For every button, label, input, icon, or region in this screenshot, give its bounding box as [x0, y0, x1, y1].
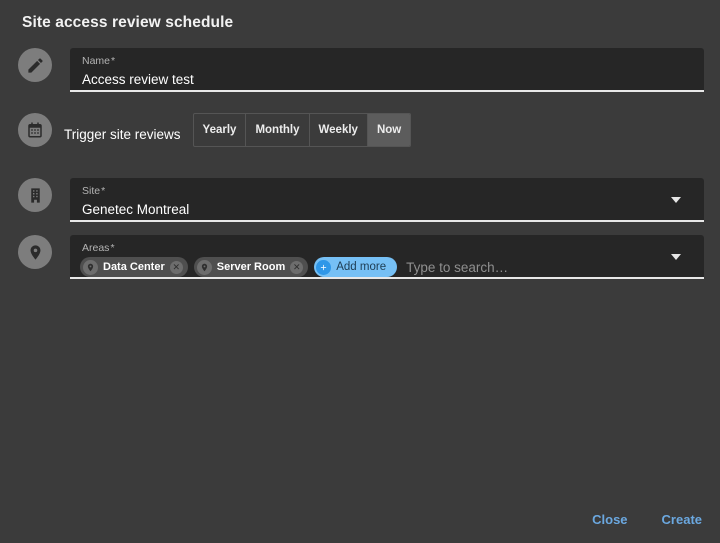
required-marker: * [111, 55, 116, 67]
close-button[interactable]: Close [590, 508, 629, 531]
segment-monthly[interactable]: Monthly [246, 114, 310, 146]
calendar-icon [18, 113, 52, 147]
required-marker: * [101, 185, 106, 197]
close-icon[interactable]: ✕ [290, 260, 304, 274]
area-chip-label: Server Room [216, 261, 286, 273]
area-chip-label: Data Center [103, 261, 165, 273]
location-pin-icon [83, 259, 98, 275]
name-input[interactable]: Access review test [82, 72, 194, 87]
segment-yearly[interactable]: Yearly [194, 114, 247, 146]
trigger-row: Trigger site reviews Yearly Monthly Week… [0, 113, 720, 147]
add-more-button[interactable]: Add more [314, 257, 398, 277]
required-marker: * [110, 242, 115, 254]
trigger-label: Trigger site reviews [64, 126, 181, 142]
page-title: Site access review schedule [22, 14, 234, 31]
location-pin-icon [18, 235, 52, 269]
building-icon [18, 178, 52, 212]
areas-field[interactable]: Areas* Data Center ✕ Server Room ✕ Add m… [70, 235, 704, 279]
pencil-icon [18, 48, 52, 82]
segment-weekly[interactable]: Weekly [310, 114, 368, 146]
areas-search-input[interactable]: Type to search… [406, 260, 508, 275]
areas-chip-list: Data Center ✕ Server Room ✕ Add more Typ… [80, 257, 508, 277]
add-more-label: Add more [336, 261, 387, 273]
site-selected-value[interactable]: Genetec Montreal [82, 202, 189, 217]
segment-now[interactable]: Now [367, 114, 411, 146]
name-row: Name* Access review test [0, 48, 720, 92]
name-field-label: Name* [82, 55, 116, 67]
name-field[interactable]: Name* Access review test [70, 48, 704, 92]
create-button[interactable]: Create [660, 508, 704, 531]
area-chip[interactable]: Server Room ✕ [193, 257, 309, 277]
site-field[interactable]: Site* Genetec Montreal [70, 178, 704, 222]
close-icon[interactable]: ✕ [169, 260, 183, 274]
areas-field-label: Areas* [82, 242, 115, 254]
plus-icon [316, 259, 332, 275]
site-row: Site* Genetec Montreal [0, 178, 720, 222]
site-field-label: Site* [82, 185, 106, 197]
location-pin-icon [196, 259, 212, 275]
trigger-segmented-control[interactable]: Yearly Monthly Weekly Now [192, 113, 412, 147]
dialog-footer: Close Create [560, 508, 704, 531]
chevron-down-icon[interactable] [671, 197, 681, 203]
area-chip[interactable]: Data Center ✕ [80, 257, 188, 277]
chevron-down-icon[interactable] [671, 254, 681, 260]
areas-row: Areas* Data Center ✕ Server Room ✕ Add m… [0, 235, 720, 279]
